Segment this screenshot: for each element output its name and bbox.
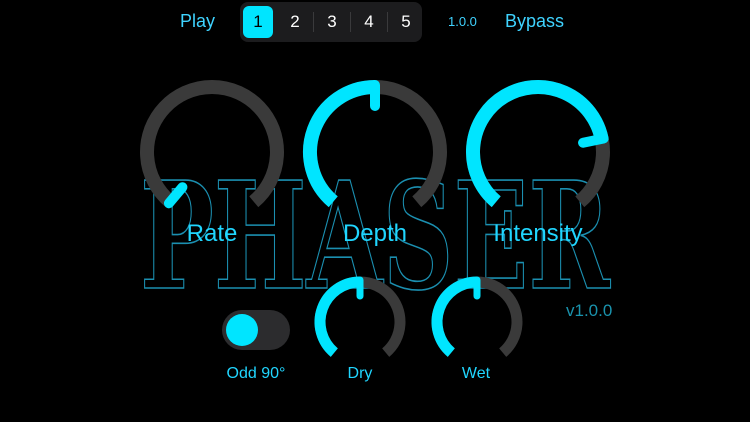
rate-label: Rate bbox=[186, 220, 238, 247]
odd-90-label: Odd 90° bbox=[226, 365, 286, 382]
depth-label: Depth bbox=[342, 220, 408, 247]
toggle-thumb bbox=[226, 314, 258, 346]
logo-version: v1.0.0 bbox=[566, 301, 613, 320]
dry-label: Dry bbox=[347, 365, 373, 382]
wet-label: Wet bbox=[461, 365, 491, 382]
intensity-knob-indicator bbox=[578, 133, 609, 148]
plugin-canvas: PHASER bbox=[139, 80, 611, 357]
intensity-label: Intensity bbox=[493, 220, 583, 247]
odd-90-toggle[interactable] bbox=[222, 310, 290, 350]
